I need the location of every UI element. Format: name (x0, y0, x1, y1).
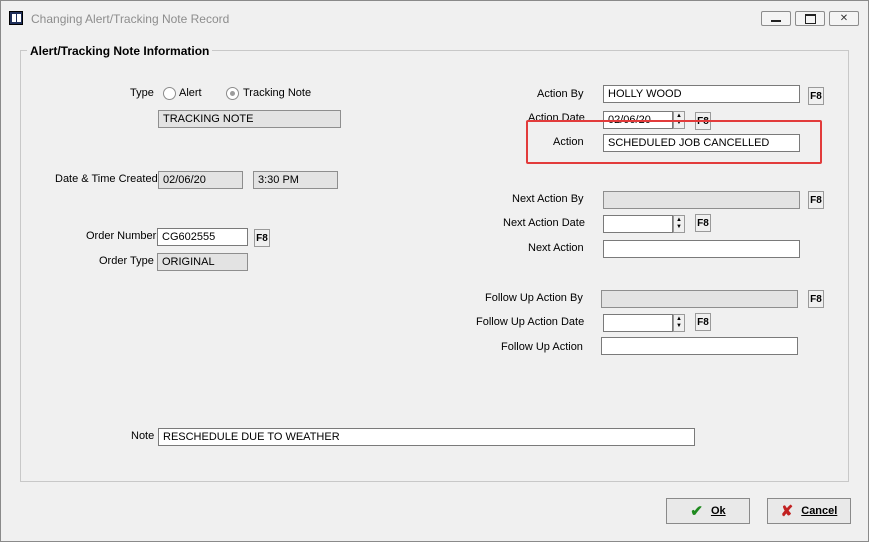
order-number-field[interactable]: CG602555 (157, 228, 248, 246)
next-action-by-field (603, 191, 800, 209)
action-date-label: Action Date (528, 112, 585, 124)
cancel-button[interactable]: ✘ Cancel (767, 498, 851, 524)
window-title: Changing Alert/Tracking Note Record (31, 12, 230, 26)
action-by-f8-button[interactable]: F8 (808, 87, 824, 105)
follow-up-action-field[interactable] (601, 337, 798, 355)
spin-down-icon: ▼ (676, 120, 682, 126)
ok-button-label: Ok (710, 505, 726, 517)
minimize-button[interactable] (761, 11, 791, 26)
cancel-button-label: Cancel (801, 505, 838, 517)
next-action-date-field[interactable] (603, 215, 673, 233)
action-date-f8-button[interactable]: F8 (695, 112, 711, 130)
action-date-spinner[interactable]: ▲ ▼ (673, 111, 685, 129)
app-icon (9, 11, 23, 25)
next-action-by-label: Next Action By (512, 193, 584, 205)
type-label: Type (130, 87, 154, 99)
radio-tracking-note[interactable] (226, 87, 239, 100)
radio-tracking-note-label: Tracking Note (243, 87, 312, 99)
next-action-field[interactable] (603, 240, 800, 258)
action-by-label: Action By (537, 88, 584, 100)
created-label: Date & Time Created (55, 173, 158, 185)
follow-up-date-f8-button[interactable]: F8 (695, 313, 711, 331)
follow-up-by-f8-button[interactable]: F8 (808, 290, 824, 308)
dialog-window: Changing Alert/Tracking Note Record ✕ Al… (0, 0, 869, 542)
type-value-field: TRACKING NOTE (158, 110, 341, 128)
order-type-label: Order Type (99, 255, 154, 267)
next-action-date-spinner[interactable]: ▲ ▼ (673, 215, 685, 233)
follow-up-action-label: Follow Up Action (501, 341, 583, 353)
follow-up-date-field[interactable] (603, 314, 673, 332)
ok-button[interactable]: ✔ Ok (666, 498, 750, 524)
next-action-by-f8-button[interactable]: F8 (808, 191, 824, 209)
order-number-label: Order Number (86, 230, 157, 242)
checkmark-icon: ✔ (690, 503, 703, 520)
order-number-f8-button[interactable]: F8 (254, 229, 270, 247)
next-action-label: Next Action (528, 242, 584, 254)
note-label: Note (131, 430, 155, 442)
radio-alert[interactable] (163, 87, 176, 100)
spin-up-icon: ▲ (676, 113, 682, 119)
spin-up-icon: ▲ (676, 217, 682, 223)
maximize-button[interactable] (795, 11, 825, 26)
action-field[interactable]: SCHEDULED JOB CANCELLED (603, 134, 800, 152)
action-date-field[interactable]: 02/06/20 (603, 111, 673, 129)
close-button[interactable]: ✕ (829, 11, 859, 26)
spin-up-icon: ▲ (676, 316, 682, 322)
title-bar[interactable]: Changing Alert/Tracking Note Record ✕ (1, 1, 868, 35)
group-title: Alert/Tracking Note Information (27, 44, 213, 58)
action-label: Action (553, 136, 584, 148)
order-type-field: ORIGINAL (157, 253, 248, 271)
close-icon: ✕ (839, 13, 849, 24)
created-date-field: 02/06/20 (158, 171, 243, 189)
created-time-field: 3:30 PM (253, 171, 338, 189)
follow-up-date-spinner[interactable]: ▲ ▼ (673, 314, 685, 332)
follow-up-by-field (601, 290, 798, 308)
spin-down-icon: ▼ (676, 224, 682, 230)
action-by-field[interactable]: HOLLY WOOD (603, 85, 800, 103)
minimize-icon (771, 19, 781, 22)
follow-up-date-label: Follow Up Action Date (476, 316, 585, 328)
cancel-x-icon: ✘ (780, 503, 794, 520)
follow-up-by-label: Follow Up Action By (485, 292, 583, 304)
maximize-icon (804, 13, 816, 24)
radio-alert-label: Alert (179, 87, 202, 99)
note-field[interactable]: RESCHEDULE DUE TO WEATHER (158, 428, 695, 446)
spin-down-icon: ▼ (676, 323, 682, 329)
next-action-date-label: Next Action Date (503, 217, 585, 229)
next-action-date-f8-button[interactable]: F8 (695, 214, 711, 232)
